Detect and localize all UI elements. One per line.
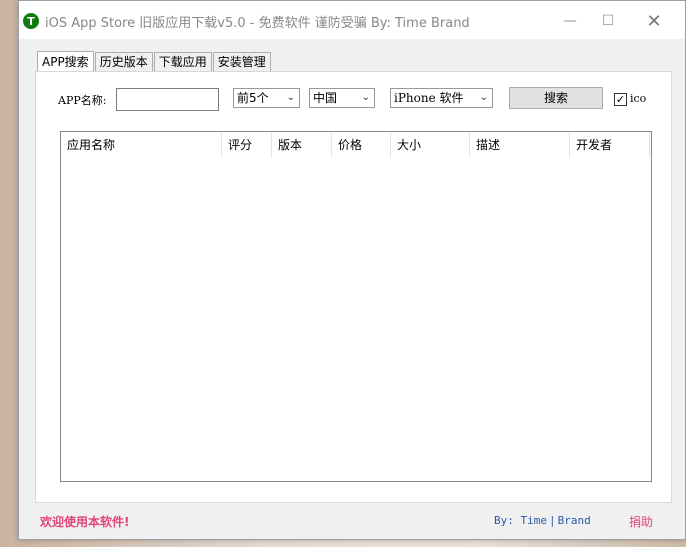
ico-checkbox-label[interactable]: ico [630,92,646,105]
tab-bar: APP搜索 历史版本 下载应用 安装管理 [37,50,272,73]
maximize-button[interactable]: ☐ [585,9,631,33]
column-header-version[interactable]: 版本 [272,132,332,158]
author-credit-prefix[interactable]: By: Time [494,514,547,527]
results-list[interactable]: 应用名称 评分 版本 价格 大小 描述 开发者 [60,131,652,482]
country-value: 中国 [313,91,338,105]
ico-checkbox[interactable]: ✓ [614,93,627,106]
tab-download-app[interactable]: 下载应用 [153,52,212,72]
app-name-input[interactable] [116,88,219,111]
column-header-app-name[interactable]: 应用名称 [61,132,222,158]
author-credit[interactable]: By: Time | Brand [494,514,591,527]
column-header-size[interactable]: 大小 [391,132,470,158]
chevron-down-icon: ⌄ [479,92,488,103]
tab-app-search[interactable]: APP搜索 [37,51,94,73]
window-title: iOS App Store 旧版应用下载v5.0 - 免费软件 谨防受骗 By:… [45,16,470,31]
app-window: T iOS App Store 旧版应用下载v5.0 - 免费软件 谨防受骗 B… [18,0,686,540]
search-panel: APP名称: 前5个 ⌄ 中国 ⌄ iPhone 软件 ⌄ 搜索 ✓ ico 应… [35,71,672,503]
chevron-down-icon: ⌄ [361,92,370,103]
author-credit-suffix[interactable]: Brand [558,514,591,527]
title-bar[interactable]: T iOS App Store 旧版应用下载v5.0 - 免费软件 谨防受骗 B… [19,1,685,39]
close-button[interactable]: ✕ [631,9,677,33]
software-type-value: iPhone 软件 [394,91,464,105]
search-button[interactable]: 搜索 [509,87,603,109]
result-count-select[interactable]: 前5个 ⌄ [233,88,300,108]
app-name-label: APP名称: [58,94,107,107]
chevron-down-icon: ⌄ [286,92,295,103]
tab-history-versions[interactable]: 历史版本 [94,52,153,72]
app-logo-icon: T [23,13,39,29]
donate-link[interactable]: 捐助 [629,513,653,530]
column-header-description[interactable]: 描述 [470,132,570,158]
results-list-header: 应用名称 评分 版本 价格 大小 描述 开发者 [61,132,651,158]
author-credit-separator: | [548,514,556,527]
column-header-developer[interactable]: 开发者 [570,132,650,158]
column-header-rating[interactable]: 评分 [222,132,272,158]
country-select[interactable]: 中国 ⌄ [309,88,375,108]
welcome-message: 欢迎使用本软件! [40,515,130,529]
result-count-value: 前5个 [237,91,269,105]
software-type-select[interactable]: iPhone 软件 ⌄ [390,88,493,108]
column-header-price[interactable]: 价格 [332,132,391,158]
tab-install-manage[interactable]: 安装管理 [212,52,271,72]
